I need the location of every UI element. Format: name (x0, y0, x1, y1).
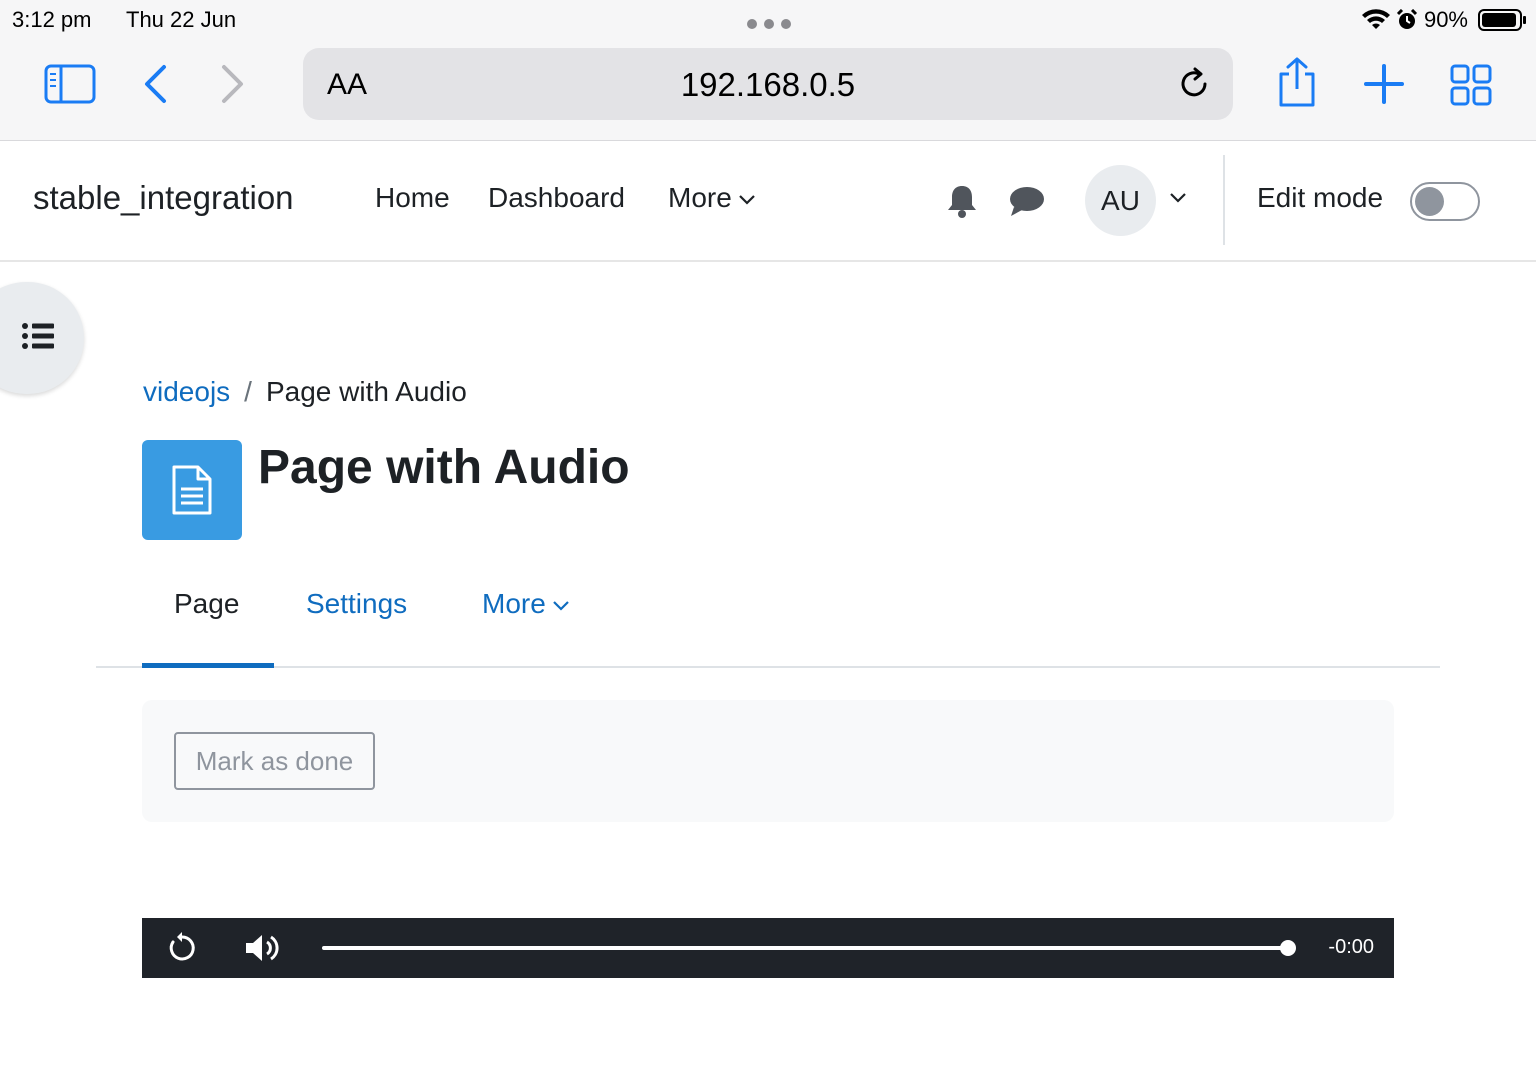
back-icon[interactable] (142, 64, 168, 104)
page-title: Page with Audio (258, 441, 630, 494)
status-time: 3:12 pm (12, 7, 92, 32)
chevron-down-icon (739, 194, 755, 205)
page-activity-icon (142, 440, 242, 540)
avatar[interactable]: AU (1085, 165, 1156, 236)
tab-page[interactable]: Page (174, 588, 239, 620)
status-indicators: 90% (1361, 6, 1526, 34)
forward-icon[interactable] (220, 64, 246, 104)
multitasking-dots-icon[interactable] (746, 18, 792, 30)
chevron-down-icon (553, 600, 569, 611)
battery-icon (1478, 9, 1526, 31)
document-icon (172, 465, 212, 515)
volume-icon[interactable] (244, 932, 280, 964)
mark-as-done-button[interactable]: Mark as done (174, 732, 375, 790)
tabs-overview-icon[interactable] (1450, 64, 1492, 106)
avatar-initials: AU (1101, 184, 1140, 216)
audio-player: -0:00 (142, 918, 1394, 978)
activity-completion: Mark as done (142, 700, 1394, 822)
site-name[interactable]: stable_integration (33, 179, 294, 217)
breadcrumb-current: Page with Audio (265, 376, 467, 407)
reload-icon[interactable] (1177, 66, 1213, 102)
nav-more-label: More (668, 182, 732, 213)
status-date: Thu 22 Jun (126, 7, 237, 32)
tab-more-label: More (482, 588, 546, 619)
list-icon (22, 323, 54, 349)
breadcrumb-separator: / (244, 376, 252, 407)
edit-mode-toggle[interactable] (1410, 182, 1480, 221)
toggle-knob (1415, 187, 1444, 216)
site-navbar: stable_integration Home Dashboard More A… (0, 141, 1536, 262)
chat-icon[interactable] (1008, 185, 1046, 217)
share-icon[interactable] (1276, 56, 1318, 108)
chevron-down-icon[interactable] (1168, 191, 1188, 205)
wifi-icon (1361, 9, 1390, 29)
breadcrumb: videojs / Page with Audio (143, 376, 467, 408)
navbar-divider (1223, 155, 1225, 245)
nav-home[interactable]: Home (375, 182, 450, 214)
active-tab-indicator (142, 663, 274, 668)
course-index-toggle[interactable] (0, 282, 84, 394)
progress-handle[interactable] (1280, 940, 1296, 956)
nav-dashboard[interactable]: Dashboard (488, 182, 625, 214)
bell-icon[interactable] (946, 183, 978, 219)
secondary-navigation: Page Settings More (96, 560, 1440, 668)
nav-more[interactable]: More (668, 182, 756, 214)
new-tab-icon[interactable] (1364, 64, 1404, 104)
sidebar-icon[interactable] (44, 64, 96, 104)
remaining-time: -0:00 (1328, 936, 1374, 958)
edit-mode-label: Edit mode (1257, 182, 1384, 213)
address-bar[interactable]: AA 192.168.0.5 (303, 48, 1233, 120)
breadcrumb-parent[interactable]: videojs (143, 376, 230, 407)
replay-icon[interactable] (166, 932, 198, 964)
battery-percent: 90% (1423, 7, 1468, 32)
tab-settings[interactable]: Settings (306, 588, 407, 620)
progress-bar[interactable] (322, 946, 1288, 950)
browser-chrome: 3:12 pm Thu 22 Jun 90% AA 192.168.0.5 (0, 0, 1536, 141)
alarm-icon (1396, 9, 1418, 29)
tab-more[interactable]: More (482, 588, 570, 620)
url-text[interactable]: 192.168.0.5 (303, 66, 1233, 104)
